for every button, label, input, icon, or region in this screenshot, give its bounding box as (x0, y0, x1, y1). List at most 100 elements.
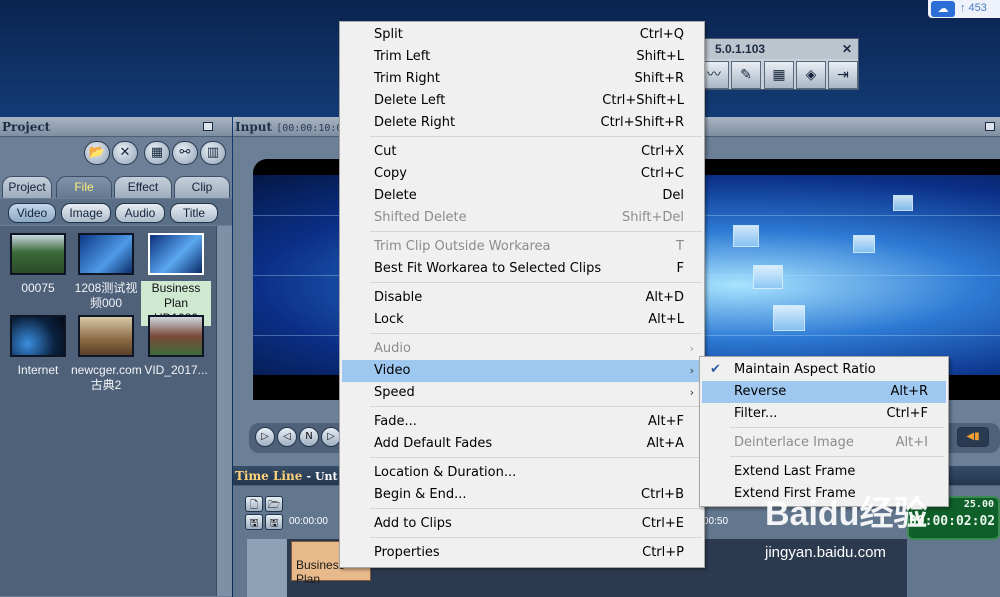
submenu-item-filter[interactable]: Filter... Ctrl+F (702, 403, 946, 425)
media-thumbnail[interactable] (148, 315, 204, 357)
menu-item-delete-left[interactable]: Delete Left Ctrl+Shift+L (342, 90, 702, 112)
media-filter-bar: Video Image Audio Title (0, 199, 232, 225)
step-forward-button[interactable]: ▷ (321, 427, 341, 447)
menu-item-properties[interactable]: Properties Ctrl+P (342, 542, 702, 564)
upload-badge[interactable]: ☁ ↑ 453 (928, 0, 1000, 18)
menu-item-shortcut: Ctrl+P (642, 545, 684, 560)
menu-item-label: Trim Clip Outside Workarea (374, 239, 551, 254)
menu-item-shortcut: Shift+Del (621, 210, 684, 225)
filter-audio-button[interactable]: Audio (115, 203, 165, 223)
menu-item-begin-end[interactable]: Begin & End... Ctrl+B (342, 484, 702, 506)
menu-item-delete-right[interactable]: Delete Right Ctrl+Shift+R (342, 112, 702, 134)
menu-item-label: Speed (374, 385, 415, 400)
menu-item-label: Delete Right (374, 115, 456, 130)
grid-button[interactable]: ▥ (200, 141, 226, 165)
chevron-right-icon: › (689, 364, 694, 377)
tab-clip[interactable]: Clip (174, 176, 230, 198)
menu-item-label: Extend Last Frame (734, 464, 856, 479)
submenu-item-deinterlace-image[interactable]: Deinterlace Image Alt+I (702, 432, 946, 454)
media-thumbnail[interactable] (78, 233, 134, 275)
menu-separator (370, 508, 702, 509)
menu-item-shortcut: Alt+A (646, 436, 684, 451)
menu-item-fade[interactable]: Fade... Alt+F (342, 411, 702, 433)
menu-item-shifted-delete[interactable]: Shifted Delete Shift+Del (342, 207, 702, 229)
media-thumbnail[interactable] (10, 315, 66, 357)
tab-project[interactable]: Project (2, 176, 52, 198)
menu-item-lock[interactable]: Lock Alt+L (342, 309, 702, 331)
badge-count: ↑ 453 (960, 2, 987, 14)
new-file-icon[interactable]: 🗋 (245, 496, 263, 512)
watermark-url: jingyan.baidu.com (765, 544, 886, 561)
close-icon[interactable]: ✕ (842, 39, 852, 59)
menu-item-label: Location & Duration... (374, 465, 517, 480)
delete-button[interactable]: ✕ (112, 141, 138, 165)
media-thumbnail-selected[interactable] (148, 233, 204, 275)
input-timecode: [00:00:10:0 (276, 123, 343, 134)
chevron-right-icon: › (689, 342, 694, 355)
next-button[interactable]: N (299, 427, 319, 447)
timeline-label: Time Line (235, 469, 303, 483)
menu-item-location-duration[interactable]: Location & Duration... (342, 462, 702, 484)
step-back-button[interactable]: ◁ (277, 427, 297, 447)
menu-item-label: Filter... (734, 406, 778, 421)
link-button[interactable]: ⚯ (172, 141, 198, 165)
ruler-start-label: 00:00:00 (289, 516, 328, 527)
menu-item-speed[interactable]: Speed › (342, 382, 702, 404)
menu-item-add-to-clips[interactable]: Add to Clips Ctrl+E (342, 513, 702, 535)
thumbnail-view-button[interactable]: ▦ (144, 141, 170, 165)
filter-image-button[interactable]: Image (61, 203, 111, 223)
media-label: Internet (17, 363, 59, 377)
menu-item-trim-right[interactable]: Trim Right Shift+R (342, 68, 702, 90)
filter-video-button[interactable]: Video (8, 203, 56, 223)
menu-item-label: Properties (374, 545, 440, 560)
save-as-icon[interactable]: 🖫 (265, 514, 283, 530)
submenu-item-reverse[interactable]: Reverse Alt+R (702, 381, 946, 403)
menu-item-video[interactable]: Video › (342, 360, 702, 382)
tab-file[interactable]: File (56, 176, 112, 198)
media-thumbnail[interactable] (10, 233, 66, 275)
menu-item-split[interactable]: Split Ctrl+Q (342, 24, 702, 46)
menu-separator (370, 282, 702, 283)
menu-item-trim-left[interactable]: Trim Left Shift+L (342, 46, 702, 68)
filter-title-button[interactable]: Title (170, 203, 218, 223)
menu-item-shortcut: Del (662, 188, 684, 203)
submenu-item-extend-last-frame[interactable]: Extend Last Frame (702, 461, 946, 483)
tool-layout-icon[interactable]: ▦ (764, 61, 794, 89)
menu-item-label: Trim Right (374, 71, 441, 86)
menu-item-add-default-fades[interactable]: Add Default Fades Alt+A (342, 433, 702, 455)
media-thumbnail[interactable] (78, 315, 134, 357)
project-panel: Project 📂 ✕ ▦ ⚯ ▥ Project File Effect Cl… (0, 117, 232, 597)
submenu-item-maintain-aspect-ratio[interactable]: ✔ Maintain Aspect Ratio (702, 359, 946, 381)
play-button[interactable]: ▷ (255, 427, 275, 447)
menu-item-label: Begin & End... (374, 487, 467, 502)
menu-item-label: Add Default Fades (374, 436, 493, 451)
menu-item-cut[interactable]: Cut Ctrl+X (342, 141, 702, 163)
open-icon[interactable]: 🗁 (265, 496, 283, 512)
save-icon[interactable]: 🖫 (245, 514, 263, 530)
maximize-icon[interactable] (985, 122, 995, 131)
maximize-icon[interactable] (203, 122, 213, 131)
menu-item-best-fit-workarea[interactable]: Best Fit Workarea to Selected Clips F (342, 258, 702, 280)
panel-title: Project (0, 117, 232, 137)
menu-item-delete[interactable]: Delete Del (342, 185, 702, 207)
cloud-icon: ☁ (931, 1, 955, 17)
tool-export-icon[interactable]: ⇥ (828, 61, 858, 89)
menu-item-shortcut: Ctrl+E (641, 516, 684, 531)
tool-edit-icon[interactable]: ✎ (731, 61, 761, 89)
menu-item-shortcut: Ctrl+Q (639, 27, 684, 42)
menu-item-audio[interactable]: Audio › (342, 338, 702, 360)
menu-item-label: Add to Clips (374, 516, 452, 531)
volume-icon[interactable]: ◀▮ (957, 427, 989, 447)
tool-eraser-icon[interactable]: ◈ (796, 61, 826, 89)
project-scrollbar[interactable] (216, 226, 232, 596)
menu-item-label: Best Fit Workarea to Selected Clips (374, 261, 602, 276)
menu-separator (730, 427, 944, 428)
menu-item-label: Disable (374, 290, 423, 305)
tab-effect[interactable]: Effect (114, 176, 172, 198)
open-folder-button[interactable]: 📂 (84, 141, 110, 165)
menu-item-label: Audio (374, 341, 411, 356)
menu-item-disable[interactable]: Disable Alt+D (342, 287, 702, 309)
track-header[interactable] (247, 539, 287, 597)
menu-item-trim-clip-outside-workarea[interactable]: Trim Clip Outside Workarea T (342, 236, 702, 258)
menu-item-copy[interactable]: Copy Ctrl+C (342, 163, 702, 185)
